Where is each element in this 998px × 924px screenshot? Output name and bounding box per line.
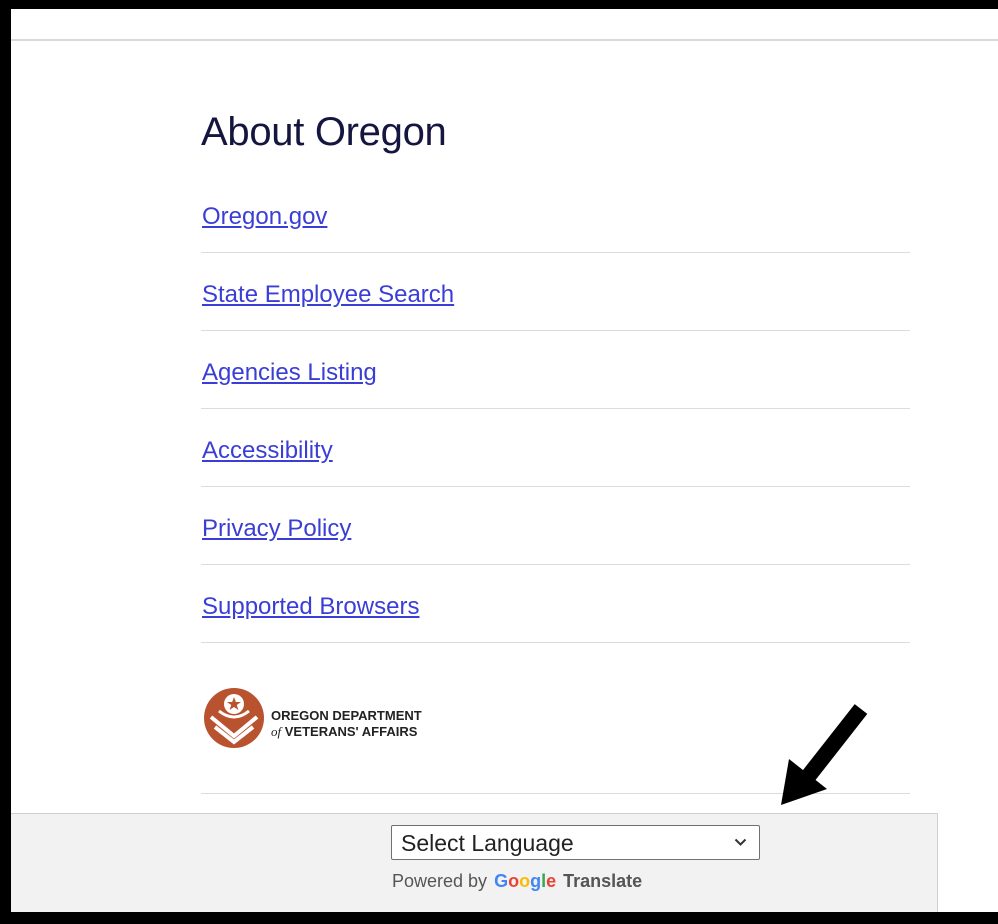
select-language-label: Select Language <box>401 830 574 856</box>
odva-seal-icon <box>204 688 264 748</box>
powered-by-google-translate: Powered by Google Translate <box>392 871 642 892</box>
google-letter: G <box>494 871 509 891</box>
google-translate-panel: Select Language Powered by Google Transl… <box>11 813 938 912</box>
translate-word: Translate <box>563 871 643 891</box>
about-oregon-heading: About Oregon <box>201 110 447 154</box>
agencies-listing-link[interactable]: Agencies Listing <box>202 359 377 387</box>
accessibility-link[interactable]: Accessibility <box>202 437 333 465</box>
google-letter: g <box>530 871 542 891</box>
chevron-down-icon <box>734 838 747 846</box>
select-language-dropdown[interactable]: Select Language <box>391 825 760 860</box>
logo-line-1: OREGON DEPARTMENT <box>271 708 422 723</box>
logo-line-2-text: VETERANS' AFFAIRS <box>284 724 418 739</box>
oregon-gov-link[interactable]: Oregon.gov <box>202 203 327 231</box>
google-letter: e <box>546 871 557 891</box>
browser-viewport: About Oregon Oregon.gov State Employee S… <box>11 9 998 912</box>
google-logo[interactable]: Google <box>494 871 556 891</box>
supported-browsers-link[interactable]: Supported Browsers <box>202 593 419 621</box>
bottom-border <box>0 912 998 924</box>
link-item: Supported Browsers <box>201 565 910 643</box>
google-letter: o <box>519 871 531 891</box>
state-employee-search-link[interactable]: State Employee Search <box>202 281 454 309</box>
header-divider <box>11 39 998 41</box>
link-item: Accessibility <box>201 409 910 487</box>
about-oregon-link-list: Oregon.gov State Employee Search Agencie… <box>201 175 910 643</box>
link-item: Oregon.gov <box>201 175 910 253</box>
privacy-policy-link[interactable]: Privacy Policy <box>202 515 351 543</box>
link-item: Privacy Policy <box>201 487 910 565</box>
powered-by-text: Powered by <box>392 871 488 891</box>
link-item: Agencies Listing <box>201 331 910 409</box>
annotation-arrow-icon <box>781 704 868 805</box>
link-item: State Employee Search <box>201 253 910 331</box>
odva-logo-text: OREGON DEPARTMENT of VETERANS' AFFAIRS <box>271 708 422 740</box>
google-letter: o <box>508 871 520 891</box>
logo-line-2: of VETERANS' AFFAIRS <box>271 724 422 740</box>
logo-of: of <box>271 724 282 739</box>
